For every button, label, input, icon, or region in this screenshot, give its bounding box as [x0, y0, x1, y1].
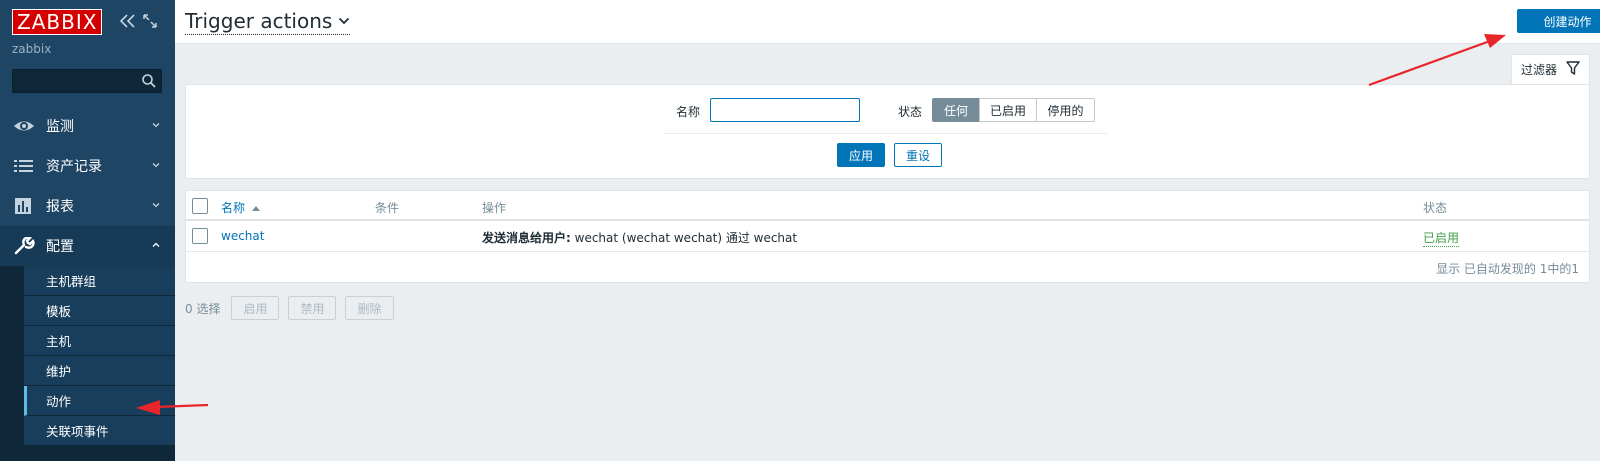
chevron-down-icon [152, 203, 160, 208]
list-icon [14, 160, 33, 172]
chevron-up-icon [152, 242, 160, 247]
page-title-dropdown[interactable]: Trigger actions [185, 9, 351, 35]
column-header-operations: 操作 [482, 201, 507, 215]
column-header-name[interactable]: 名称 [221, 199, 260, 216]
select-all-checkbox[interactable] [192, 198, 208, 214]
status-filter-segmented: 任何 已启用 停用的 [932, 98, 1095, 122]
menu-label: 配置 [46, 239, 74, 255]
table-stats: 显示 已自动发现的 1中的1 [1436, 262, 1579, 276]
actions-table: 名称 条件 操作 状态 wechat 发送消息给用户: wechat (wech… [185, 190, 1590, 283]
filter-tab[interactable]: 过滤器 [1511, 54, 1590, 84]
page-title: Trigger actions [185, 9, 333, 33]
enable-selected-button[interactable]: 启用 [231, 296, 280, 320]
eye-icon [14, 121, 34, 131]
operation-type: 发送消息给用户: [482, 231, 571, 245]
menu-item-configuration[interactable]: 配置 [0, 226, 175, 266]
table-header-row: 名称 条件 操作 状态 [186, 191, 1589, 221]
row-checkbox[interactable] [192, 228, 208, 244]
sidebar-search-input[interactable] [12, 69, 162, 93]
filter-tab-label: 过滤器 [1521, 63, 1558, 77]
server-name: zabbix [12, 42, 52, 56]
kiosk-mode-icon[interactable] [142, 13, 158, 29]
search-icon[interactable] [141, 73, 157, 89]
column-header-conditions: 条件 [375, 201, 400, 215]
status-option-disabled[interactable]: 停用的 [1036, 98, 1095, 122]
status-badge[interactable]: 已启用 [1423, 229, 1460, 247]
delete-selected-button[interactable]: 删除 [345, 296, 394, 320]
filter-panel: 名称 状态 任何 已启用 停用的 应用 重设 [185, 84, 1590, 179]
menu-label: 资产记录 [46, 159, 102, 175]
wrench-icon [14, 237, 35, 255]
action-operations: 发送消息给用户: wechat (wechat wechat) 通过 wecha… [482, 229, 797, 246]
sort-ascending-icon [251, 206, 260, 211]
table-row: wechat 发送消息给用户: wechat (wechat wechat) 通… [186, 221, 1589, 252]
submenu-item-actions[interactable]: 动作 [24, 386, 175, 416]
column-header-status: 状态 [1423, 201, 1448, 215]
logo-row: ZABBIX [12, 9, 103, 35]
status-filter-label: 状态 [898, 105, 923, 119]
action-name-link[interactable]: wechat [221, 229, 264, 243]
submenu-item-maintenance[interactable]: 维护 [24, 356, 175, 386]
chevron-down-icon [152, 123, 160, 128]
selected-count: 0 选择 [185, 301, 221, 316]
submenu-item-host-groups[interactable]: 主机群组 [24, 266, 175, 296]
disable-selected-button[interactable]: 禁用 [288, 296, 337, 320]
menu-item-monitoring[interactable]: 监测 [0, 106, 175, 146]
collapse-sidebar-icon[interactable] [118, 12, 136, 30]
bar-chart-icon [15, 198, 31, 214]
menu-label: 报表 [46, 199, 74, 215]
name-filter-input[interactable] [710, 98, 860, 122]
operation-detail: wechat (wechat wechat) 通过 wechat [574, 231, 798, 245]
filter-divider [664, 133, 1107, 134]
create-action-button[interactable]: 创建动作 [1517, 9, 1600, 33]
page-header: Trigger actions 创建动作 [175, 0, 1600, 44]
menu-item-reports[interactable]: 报表 [0, 186, 175, 226]
name-filter-label: 名称 [676, 105, 701, 119]
menu-item-inventory[interactable]: 资产记录 [0, 146, 175, 186]
menu-label: 监测 [46, 119, 74, 135]
configuration-submenu: 主机群组 模板 主机 维护 动作 关联项事件 [0, 266, 175, 461]
zabbix-logo[interactable]: ZABBIX [12, 9, 103, 35]
reset-filter-button[interactable]: 重设 [894, 143, 942, 167]
apply-filter-button[interactable]: 应用 [837, 143, 885, 167]
chevron-down-icon [339, 17, 350, 25]
filter-funnel-icon [1566, 61, 1580, 75]
submenu-item-hosts[interactable]: 主机 [24, 326, 175, 356]
status-option-enabled[interactable]: 已启用 [979, 98, 1037, 122]
chevron-down-icon [152, 163, 160, 168]
column-header-name-label: 名称 [221, 201, 246, 215]
submenu-item-event-correlation[interactable]: 关联项事件 [24, 416, 175, 446]
submenu-item-templates[interactable]: 模板 [24, 296, 175, 326]
status-option-any[interactable]: 任何 [932, 98, 980, 122]
mass-actions-bar: 0 选择 启用 禁用 删除 [185, 296, 403, 320]
main-menu: 监测 资产记录 报表 配置 [0, 106, 175, 266]
sidebar: ZABBIX zabbix 监测 资产记录 报表 配置 主机群组 模板 主机 维… [0, 0, 175, 461]
